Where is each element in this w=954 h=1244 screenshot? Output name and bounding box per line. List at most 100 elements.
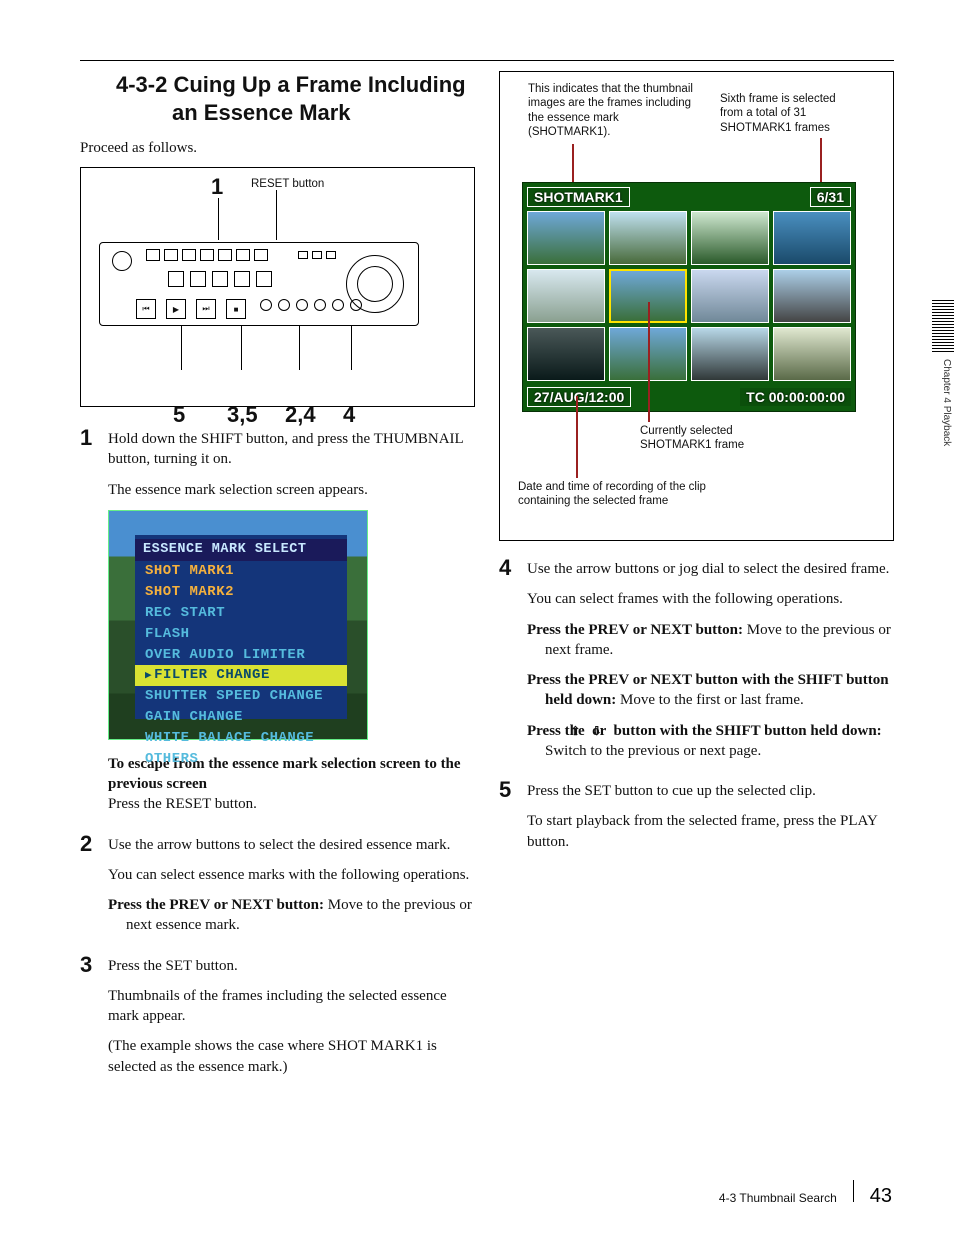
leader-line [241, 326, 242, 370]
operation-item: Press the PREV or NEXT button: Move to t… [527, 620, 894, 661]
step-number: 2 [80, 833, 108, 946]
page-number: 43 [870, 1185, 892, 1208]
essence-menu-panel: ESSENCE MARK SELECT SHOT MARK1SHOT MARK2… [135, 535, 347, 719]
step-text: Thumbnails of the frames including the s… [108, 986, 475, 1027]
leader-line [820, 138, 822, 184]
steps-list-right: 4 Use the arrow buttons or jog dial to s… [499, 559, 894, 862]
top-rule [80, 60, 894, 61]
thumbnail-screen-figure: This indicates that the thumbnail images… [499, 71, 894, 541]
thumbnail [773, 327, 851, 381]
step-text: The essence mark selection screen appear… [108, 480, 475, 500]
step-text: You can select essence marks with the fo… [108, 865, 475, 885]
thumb-index-hatch [932, 300, 954, 354]
thumbnail [773, 269, 851, 323]
thumbnail [527, 269, 605, 323]
step-body: Press the SET button. Thumbnails of the … [108, 956, 475, 1087]
audio-monitor-row [146, 249, 268, 261]
thumbnail [773, 211, 851, 265]
operation-item: Press the PREV or NEXT button with the S… [527, 670, 894, 711]
thumbnail [691, 269, 769, 323]
callout-num-3-5: 3,5 [227, 402, 258, 428]
leader-line [572, 144, 574, 184]
step-number: 4 [499, 557, 527, 771]
essence-menu-item: FILTER CHANGE [135, 665, 347, 686]
step-text: (The example shows the case where SHOT M… [108, 1036, 475, 1077]
essence-menu-item: SHOT MARK2 [135, 582, 347, 603]
step-body: Use the arrow buttons or jog dial to sel… [527, 559, 894, 771]
step-3: 3 Press the SET button. Thumbnails of th… [80, 956, 475, 1087]
prev-button-icon: ⏮ [136, 299, 156, 319]
step-text: Hold down the SHIFT button, and press th… [108, 429, 475, 470]
two-column-layout: 4-3-2 Cuing Up a Frame Including an Esse… [80, 71, 894, 1097]
essence-menu-item: WHITE BALACE CHANGE [135, 728, 347, 749]
chapter-side-tab: Chapter 4 Playback [939, 355, 954, 450]
leader-line [181, 326, 182, 370]
step-1: 1 Hold down the SHIFT button, and press … [80, 429, 475, 825]
reset-button-label: RESET button [251, 178, 324, 190]
step-5: 5 Press the SET button to cue up the sel… [499, 781, 894, 862]
annotation-mid: Currently selected SHOTMARK1 frame [640, 424, 800, 453]
step-2: 2 Use the arrow buttons to select the de… [80, 835, 475, 946]
next-button-icon: ⏭ [196, 299, 216, 319]
shuttle-buttons [298, 251, 336, 259]
transport-button-row: ⏮ ▶ ⏭ ■ [136, 299, 246, 319]
annotation-bottom: Date and time of recording of the clip c… [518, 480, 728, 509]
essence-menu-title: ESSENCE MARK SELECT [135, 539, 347, 561]
step-4: 4 Use the arrow buttons or jog dial to s… [499, 559, 894, 771]
footer-separator [853, 1180, 854, 1202]
step-text: Press the SET button to cue up the selec… [527, 781, 894, 801]
leader-line [351, 326, 352, 370]
right-column: This indicates that the thumbnail images… [499, 71, 894, 1097]
callout-num-4: 4 [343, 402, 355, 428]
leader-line [576, 396, 578, 478]
timecode-chip: TC 00:00:00:00 [740, 388, 851, 406]
operation-rest: Switch to the previous or next page. [545, 743, 761, 759]
escape-action-text: Press the RESET button. [108, 796, 257, 812]
shotmark-chip: SHOTMARK1 [527, 187, 630, 207]
device-outline: ⏮ ▶ ⏭ ■ [99, 242, 419, 326]
step-number: 3 [80, 954, 108, 1087]
essence-menu-item: FLASH [135, 624, 347, 645]
device-panel-figure: 1 RESET button ⏮ ▶ ⏭ ■ [80, 167, 475, 407]
operation-bold-post: button with the SHIFT button held down: [610, 723, 882, 739]
operation-item: Press the ⇧ or ⇩ button with the SHIFT b… [527, 721, 894, 762]
date-chip: 27/AUG/12:00 [527, 387, 631, 407]
operation-rest: Move to the first or last frame. [620, 692, 804, 708]
step-body: Use the arrow buttons to select the desi… [108, 835, 475, 946]
operation-bold: Press the PREV or NEXT button: [108, 897, 328, 913]
annotation-top-left: This indicates that the thumbnail images… [528, 82, 698, 140]
step-body: Hold down the SHIFT button, and press th… [108, 429, 475, 825]
step-number: 5 [499, 779, 527, 862]
essence-menu-item: GAIN CHANGE [135, 707, 347, 728]
leader-line [648, 302, 650, 422]
leader-line [218, 198, 219, 240]
thumbnail-screen: SHOTMARK1 6/31 [522, 182, 856, 412]
step-text: To start playback from the selected fram… [527, 811, 894, 852]
section-heading: 4-3-2 Cuing Up a Frame Including an Esse… [116, 71, 475, 126]
thumbnail [527, 327, 605, 381]
essence-menu-item: SHUTTER SPEED CHANGE [135, 686, 347, 707]
essence-menu-item: OVER AUDIO LIMITER [135, 645, 347, 666]
annotation-top-right: Sixth frame is selected from a total of … [720, 92, 860, 135]
callout-num-5: 5 [173, 402, 185, 428]
essence-menu-item: SHOT MARK1 [135, 561, 347, 582]
frame-counter-chip: 6/31 [810, 187, 851, 207]
callout-num-1: 1 [211, 174, 223, 200]
thumbnail [609, 211, 687, 265]
left-column: 4-3-2 Cuing Up a Frame Including an Esse… [80, 71, 475, 1097]
thumbnail [691, 211, 769, 265]
thumbnail-grid [527, 211, 851, 381]
operation-item: Press the PREV or NEXT button: Move to t… [108, 895, 475, 936]
essence-menu-item: REC START [135, 603, 347, 624]
play-button-icon: ▶ [166, 299, 186, 319]
operation-bold: Press the PREV or NEXT button: [527, 622, 747, 638]
step-text: Use the arrow buttons to select the desi… [108, 835, 475, 855]
step-body: Press the SET button to cue up the selec… [527, 781, 894, 862]
callout-num-2-4: 2,4 [285, 402, 316, 428]
access-indicator-icon [112, 251, 132, 271]
step-text: Press the SET button. [108, 956, 475, 976]
screen-top-bar: SHOTMARK1 6/31 [527, 187, 851, 207]
menu-button-row [168, 271, 272, 287]
misc-dots [260, 299, 362, 311]
footer-section: 4-3 Thumbnail Search [719, 1191, 837, 1205]
